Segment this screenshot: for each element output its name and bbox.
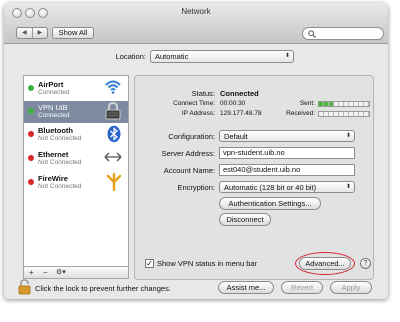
service-status: Not Connected	[38, 159, 82, 166]
authentication-settings-button[interactable]: Authentication Settings...	[219, 197, 321, 210]
sent-meter	[318, 101, 370, 107]
server-address-label: Server Address:	[161, 149, 215, 158]
lock-message: Click the lock to prevent further change…	[35, 284, 171, 293]
wifi-icon	[105, 80, 121, 94]
service-status: Not Connected	[38, 135, 82, 142]
forward-icon[interactable]: ▶	[33, 28, 48, 38]
status-dot	[28, 155, 34, 161]
gear-icon[interactable]: ⚙▾	[56, 267, 66, 278]
location-label: Location:	[115, 52, 146, 61]
service-status: Not Connected	[38, 183, 82, 190]
sent-label: Sent:	[299, 100, 315, 107]
highlight-circle	[295, 252, 355, 275]
account-name-field[interactable]: est040@student.uib.no	[219, 164, 355, 176]
status-dot	[28, 85, 34, 91]
assist-me-button[interactable]: Assist me...	[218, 281, 274, 294]
status-dot	[28, 179, 34, 185]
title-bar: Network ◀ ▶ Show All	[4, 3, 388, 44]
service-name: Ethernet	[38, 150, 69, 159]
received-label: Received:	[286, 110, 315, 117]
search-field[interactable]	[302, 27, 384, 40]
back-icon[interactable]: ◀	[17, 28, 33, 38]
service-list-toolbar: + − ⚙▾	[23, 267, 129, 279]
stepper-arrows-icon: ⬍	[345, 133, 351, 139]
service-item-bluetooth[interactable]: Bluetooth Not Connected	[24, 124, 128, 146]
received-meter	[318, 111, 370, 117]
status-label: Status:	[191, 89, 215, 98]
server-address-field[interactable]: vpn-student.uib.no	[219, 147, 355, 159]
vpn-lock-icon	[105, 102, 121, 120]
meter-segment	[364, 102, 369, 106]
encryption-label: Encryption:	[177, 183, 215, 192]
service-name: FireWire	[38, 174, 68, 183]
revert-button[interactable]: Revert	[281, 281, 323, 294]
show-all-button[interactable]: Show All	[52, 27, 94, 39]
network-preferences-window: Network ◀ ▶ Show All Location: Automatic…	[4, 3, 388, 299]
ethernet-icon	[104, 152, 122, 162]
encryption-value: Automatic (128 bit or 40 bit)	[224, 183, 317, 192]
status-value: Connected	[220, 89, 259, 98]
configuration-value: Default	[224, 132, 248, 141]
status-dot	[28, 108, 34, 114]
add-service-button[interactable]: +	[29, 267, 34, 278]
configuration-select[interactable]: Default ⬍	[219, 130, 355, 142]
configuration-label: Configuration:	[168, 132, 215, 141]
bluetooth-icon	[107, 125, 121, 143]
location-value: Automatic	[155, 52, 189, 61]
encryption-select[interactable]: Automatic (128 bit or 40 bit) ⬍	[219, 181, 355, 193]
service-item-vpn-uib[interactable]: VPN UiB Connected	[24, 101, 128, 123]
connect-time-value: 00:00:30	[220, 100, 246, 107]
stepper-arrows-icon: ⬍	[345, 184, 351, 190]
disconnect-button[interactable]: Disconnect	[219, 213, 271, 226]
show-vpn-status-checkbox[interactable]: ✓	[145, 259, 154, 268]
lock-icon[interactable]	[18, 279, 32, 295]
service-status: Connected	[38, 89, 70, 96]
ip-address-value: 129.177.48.78	[220, 110, 262, 117]
vpn-detail-panel: Status: Connected Connect Time: 00:00:30…	[134, 75, 374, 280]
service-status: Connected	[38, 112, 70, 119]
service-name: VPN UiB	[38, 103, 68, 112]
meter-segment	[364, 112, 369, 116]
remove-service-button[interactable]: −	[43, 267, 48, 278]
firewire-icon	[106, 173, 122, 191]
stepper-arrows-icon: ⬍	[284, 53, 290, 59]
connect-time-label: Connect Time:	[173, 100, 215, 107]
account-name-label: Account Name:	[163, 166, 215, 175]
window-title: Network	[181, 7, 211, 16]
search-icon	[308, 30, 316, 38]
nav-buttons: ◀ ▶	[16, 27, 48, 39]
status-dot	[28, 131, 34, 137]
help-button[interactable]: ?	[360, 258, 371, 269]
service-item-airport[interactable]: AirPort Connected	[24, 78, 128, 100]
apply-button[interactable]: Apply	[330, 281, 372, 294]
service-name: Bluetooth	[38, 126, 73, 135]
ip-address-label: IP Address:	[181, 110, 215, 117]
service-item-firewire[interactable]: FireWire Not Connected	[24, 172, 128, 194]
show-vpn-status-label: Show VPN status in menu bar	[157, 259, 258, 268]
service-item-ethernet[interactable]: Ethernet Not Connected	[24, 148, 128, 170]
service-name: AirPort	[38, 80, 64, 89]
location-select[interactable]: Automatic ⬍	[150, 50, 294, 63]
service-list: AirPort Connected VPN UiB Connected Blue…	[23, 75, 129, 267]
